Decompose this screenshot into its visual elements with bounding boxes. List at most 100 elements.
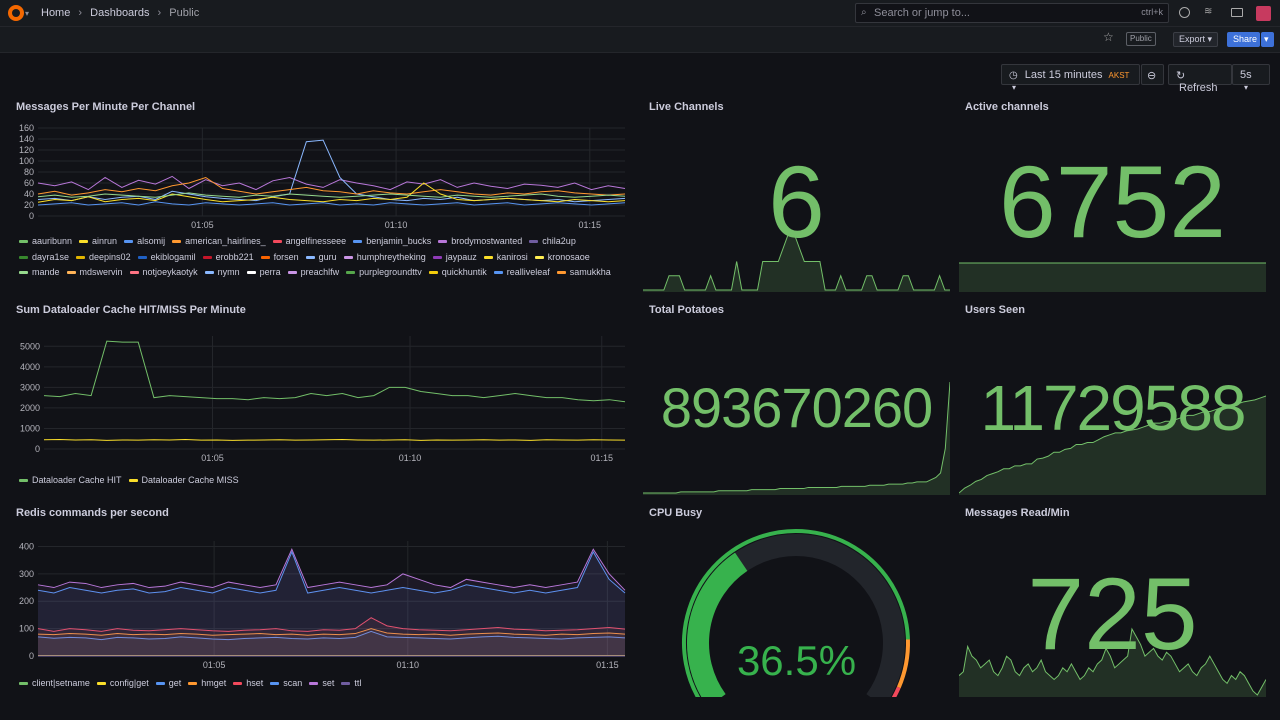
share-button[interactable]: Share <box>1227 32 1260 47</box>
legend-item[interactable]: nymn <box>204 265 240 281</box>
legend-item[interactable]: notjoeykaotyk <box>129 265 198 281</box>
legend-swatch <box>204 271 214 275</box>
legend-item[interactable]: american_hairlines_ <box>172 234 266 250</box>
grafana-logo-icon[interactable] <box>8 5 24 21</box>
refresh-interval-picker[interactable]: 5s ▾ <box>1232 64 1270 92</box>
x-tick-label: 01:15 <box>590 453 613 463</box>
legend-item[interactable]: hset <box>233 676 263 692</box>
legend-label: client|setname <box>32 678 90 688</box>
panel-redis-commands: Redis commands per second 0 100 200 300 400 0… <box>16 507 631 697</box>
legend-label: deepins02 <box>89 251 131 262</box>
legend-item[interactable]: aauribunn <box>19 234 72 250</box>
dataloader-timeseries-chart[interactable]: 0 1000 2000 3000 4000 5000 01:05 01:10 01:15 <box>16 328 631 473</box>
legend-item[interactable]: samukkha <box>556 265 611 281</box>
series-line-dataloader-cache-miss[interactable] <box>43 439 626 441</box>
legend-item[interactable]: humphreytheking <box>343 250 426 266</box>
legend-swatch <box>137 255 147 259</box>
help-icon[interactable] <box>1179 7 1190 18</box>
legend-item[interactable]: scan <box>270 676 302 692</box>
redis-timeseries-chart[interactable]: 0 100 200 300 400 01:05 01:10 01:15 <box>16 531 631 676</box>
legend-item[interactable]: Dataloader Cache HIT <box>19 473 122 489</box>
refresh-interval-label: 5s <box>1240 69 1252 81</box>
legend-swatch <box>493 271 503 275</box>
legend-swatch <box>19 240 28 244</box>
gauge-value: 36.5% <box>736 637 857 684</box>
legend-item[interactable]: Dataloader Cache MISS <box>128 473 239 489</box>
legend-item[interactable]: forsen <box>260 250 299 266</box>
legend-item[interactable]: realliveleaf <box>493 265 550 281</box>
panel-title[interactable]: Total Potatoes <box>649 304 724 316</box>
legend-item[interactable]: ekiblogamil <box>137 250 196 266</box>
messages-legend: aauribunn ainrun alsomij american_hairlines… <box>19 234 629 290</box>
x-tick-label: 01:05 <box>201 453 224 463</box>
legend-label: brodymostwanted <box>451 236 523 246</box>
star-icon[interactable]: ☆ <box>1103 30 1114 44</box>
breadcrumb-dashboards[interactable]: Dashboards <box>90 7 149 19</box>
search-input[interactable]: ⌕ Search or jump to... ctrl+k <box>855 3 1169 23</box>
share-dropdown-button[interactable]: ▾ <box>1261 32 1274 47</box>
legend-item[interactable]: ainrun <box>79 234 117 250</box>
legend-item[interactable]: angelfinesseee <box>272 234 346 250</box>
legend-item[interactable]: mdswervin <box>66 265 123 281</box>
x-tick-label: 01:15 <box>579 220 602 230</box>
legend-label: hmget <box>201 678 227 688</box>
kiosk-mode-icon[interactable] <box>1231 8 1243 17</box>
panel-title[interactable]: Messages Read/Min <box>965 507 1070 519</box>
legend-item[interactable]: deepins02 <box>76 250 131 266</box>
legend-item[interactable]: kanirosi <box>483 250 528 266</box>
panel-title[interactable]: CPU Busy <box>649 507 702 519</box>
chevron-down-icon[interactable]: ▾ <box>25 9 29 18</box>
y-tick-label: 100 <box>19 156 34 166</box>
legend-item[interactable]: ttl <box>341 676 361 692</box>
legend-item[interactable]: brodymostwanted <box>438 234 522 250</box>
legend-item[interactable]: dayra1se <box>19 250 69 266</box>
refresh-button[interactable]: ↻ Refresh <box>1168 64 1232 94</box>
export-button[interactable]: Export ▾ <box>1173 32 1219 47</box>
legend-item[interactable]: alsomij <box>124 234 165 250</box>
panel-title[interactable]: Messages Per Minute Per Channel <box>16 101 195 113</box>
breadcrumb-home[interactable]: Home <box>41 7 70 19</box>
panel-title[interactable]: Live Channels <box>649 101 724 113</box>
legend-item[interactable]: preachlfw <box>287 265 339 281</box>
legend-item[interactable]: jaypauz <box>432 250 477 266</box>
panel-title[interactable]: Users Seen <box>965 304 1025 316</box>
legend-item[interactable]: guru <box>305 250 337 266</box>
legend-item[interactable]: client|setname <box>19 676 90 692</box>
panel-active-channels: Active channels 6752 <box>959 101 1266 292</box>
legend-item[interactable]: set <box>309 676 334 692</box>
legend-swatch <box>309 682 319 686</box>
panel-title[interactable]: Sum Dataloader Cache HIT/MISS Per Minute <box>16 304 246 316</box>
legend-item[interactable]: hmget <box>188 676 226 692</box>
user-avatar[interactable] <box>1256 6 1271 21</box>
stat-value: 11729588 <box>980 372 1247 444</box>
legend-item[interactable]: kronosaoe <box>534 250 590 266</box>
legend-item[interactable]: purplegroundttv <box>346 265 422 281</box>
zoom-out-button[interactable]: ⊖ <box>1141 64 1164 85</box>
legend-label: ttl <box>354 678 362 688</box>
legend-item[interactable]: quickhuntik <box>428 265 487 281</box>
time-range-picker[interactable]: ◷ Last 15 minutes AKST ▾ <box>1001 64 1140 92</box>
y-tick-label: 100 <box>19 624 34 634</box>
legend-label: ekiblogamil <box>150 251 196 262</box>
legend-label: perra <box>259 267 281 277</box>
legend-item[interactable]: erobb221 <box>202 250 254 266</box>
legend-swatch <box>529 240 539 244</box>
panel-live-channels: Live Channels 6 <box>643 101 950 292</box>
series-line-dataloader-cache-hit[interactable] <box>43 340 626 403</box>
y-tick-label: 400 <box>19 541 34 551</box>
legend-item[interactable]: benjamin_bucks <box>353 234 431 250</box>
legend-item[interactable]: config|get <box>96 676 149 692</box>
legend-item[interactable]: mande <box>19 265 60 281</box>
legend-swatch <box>483 255 493 259</box>
panel-title[interactable]: Redis commands per second <box>16 507 169 519</box>
legend-item[interactable]: perra <box>246 265 281 281</box>
legend-label: get <box>168 678 182 688</box>
legend-item[interactable]: chila2up <box>529 234 576 250</box>
panel-title[interactable]: Active channels <box>965 101 1049 113</box>
series-line-american-hairlines-[interactable] <box>37 176 626 196</box>
messages-timeseries-chart[interactable]: 020406080100120140160 01:05 01:10 01:15 <box>16 121 631 233</box>
news-feed-icon[interactable]: ≋ <box>1204 6 1212 17</box>
legend-item[interactable]: get <box>155 676 182 692</box>
x-tick-label: 01:15 <box>596 660 619 670</box>
legend-swatch <box>438 240 448 244</box>
